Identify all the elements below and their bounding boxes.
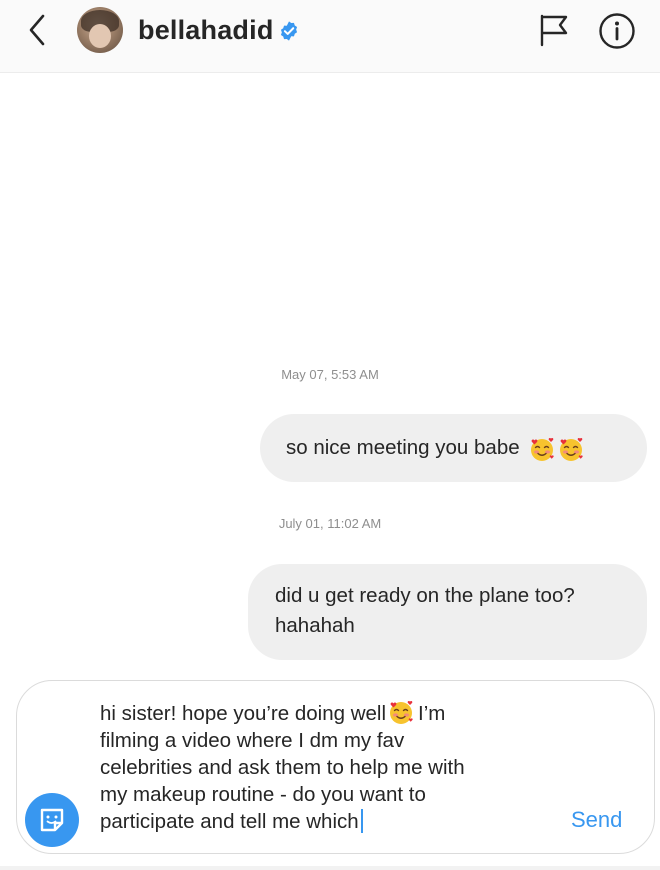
input-text-line: filming a video where I dm my fav <box>100 729 405 752</box>
message-text-line: hahahah <box>275 614 355 637</box>
info-button[interactable] <box>598 12 636 50</box>
thread-header: bellahadid <box>0 0 660 73</box>
flag-icon <box>540 14 568 47</box>
input-text-segment: hi sister! hope you’re doing well <box>100 702 387 725</box>
back-button[interactable] <box>20 12 56 48</box>
sticker-button[interactable] <box>25 793 79 847</box>
message-timestamp: May 07, 5:53 AM <box>281 367 379 382</box>
back-chevron-icon <box>29 14 45 46</box>
message-text-line: did u get ready on the plane too? <box>275 584 575 607</box>
report-flag-button[interactable] <box>538 12 570 48</box>
input-text-segment: I’m <box>418 702 446 725</box>
smiling-face-with-hearts-emoji-icon <box>559 438 583 461</box>
info-icon <box>599 13 635 49</box>
sticker-icon <box>40 808 64 832</box>
smiling-face-with-hearts-emoji-icon <box>530 438 554 461</box>
message-text: so nice meeting you babe <box>286 436 520 459</box>
avatar[interactable] <box>77 7 123 53</box>
dm-thread-screen: bellahadid May 07, 5:53 AM so nice meeti… <box>0 0 660 870</box>
input-text-line: celebrities and ask them to help me with <box>100 756 465 779</box>
thread-username[interactable]: bellahadid <box>138 15 274 46</box>
message-input[interactable]: hi sister! hope you’re doing well I’m fi… <box>100 699 540 835</box>
message-timestamp: July 01, 11:02 AM <box>278 516 382 531</box>
sent-message-bubble[interactable]: did u get ready on the plane too? hahaha… <box>248 564 647 660</box>
bottom-divider <box>0 866 660 870</box>
sent-message-bubble[interactable]: so nice meeting you babe <box>260 414 647 482</box>
smiling-face-with-hearts-emoji-icon <box>390 701 413 724</box>
input-text-line: participate and tell me which <box>100 810 359 833</box>
message-composer: hi sister! hope you’re doing well I’m fi… <box>16 680 655 854</box>
text-caret <box>360 809 363 833</box>
input-text-line: my makeup routine - do you want to <box>100 783 426 806</box>
verified-badge-icon <box>280 21 298 41</box>
send-button[interactable]: Send <box>571 807 622 833</box>
